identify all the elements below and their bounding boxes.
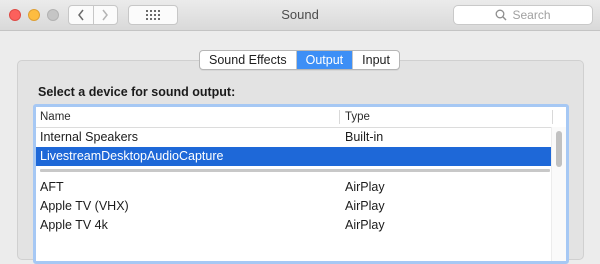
tab-input[interactable]: Input: [352, 51, 399, 69]
table-header: Name Type: [36, 107, 566, 128]
back-button[interactable]: [69, 6, 93, 24]
output-device-table[interactable]: Name Type Internal Speakers Built-in Liv…: [33, 104, 569, 264]
table-row[interactable]: Apple TV (VHX) AirPlay: [36, 197, 553, 216]
device-name: LivestreamDesktopAudioCapture: [40, 149, 224, 163]
device-type: AirPlay: [345, 218, 385, 232]
chevron-right-icon: [102, 9, 109, 21]
device-name: Apple TV 4k: [40, 218, 108, 232]
table-row[interactable]: Apple TV 4k AirPlay: [36, 216, 553, 235]
forward-button[interactable]: [92, 6, 118, 24]
column-header-name[interactable]: Name: [40, 107, 71, 127]
chevron-left-icon: [77, 9, 84, 21]
column-divider: [552, 110, 553, 124]
table-row-selected[interactable]: LivestreamDesktopAudioCapture: [36, 147, 553, 166]
column-divider: [339, 110, 340, 124]
zoom-window-button[interactable]: [47, 9, 59, 21]
navigation-buttons: [68, 5, 118, 25]
section-heading: Select a device for sound output:: [38, 85, 236, 99]
device-type: Built-in: [345, 130, 384, 144]
scrollbar-thumb[interactable]: [556, 131, 562, 167]
search-placeholder: Search: [512, 8, 551, 22]
close-window-button[interactable]: [9, 9, 21, 21]
tab-sound-effects[interactable]: Sound Effects: [200, 51, 296, 69]
search-icon: [496, 9, 507, 21]
group-separator: [40, 169, 550, 172]
tab-output[interactable]: Output: [295, 51, 353, 69]
column-header-type[interactable]: Type: [345, 107, 370, 127]
vertical-scrollbar[interactable]: [551, 127, 566, 261]
device-name: Internal Speakers: [40, 130, 138, 144]
search-field[interactable]: Search: [453, 5, 593, 25]
device-name: Apple TV (VHX): [40, 199, 129, 213]
device-type: AirPlay: [345, 199, 385, 213]
device-type: AirPlay: [345, 180, 385, 194]
show-all-button[interactable]: [128, 5, 178, 25]
tab-bar: Sound Effects Output Input: [199, 50, 400, 70]
grid-icon: [146, 10, 160, 20]
minimize-window-button[interactable]: [28, 9, 40, 21]
table-row[interactable]: AFT AirPlay: [36, 178, 553, 197]
title-bar: Search: [0, 0, 600, 31]
table-row[interactable]: Internal Speakers Built-in: [36, 128, 553, 147]
device-name: AFT: [40, 180, 64, 194]
